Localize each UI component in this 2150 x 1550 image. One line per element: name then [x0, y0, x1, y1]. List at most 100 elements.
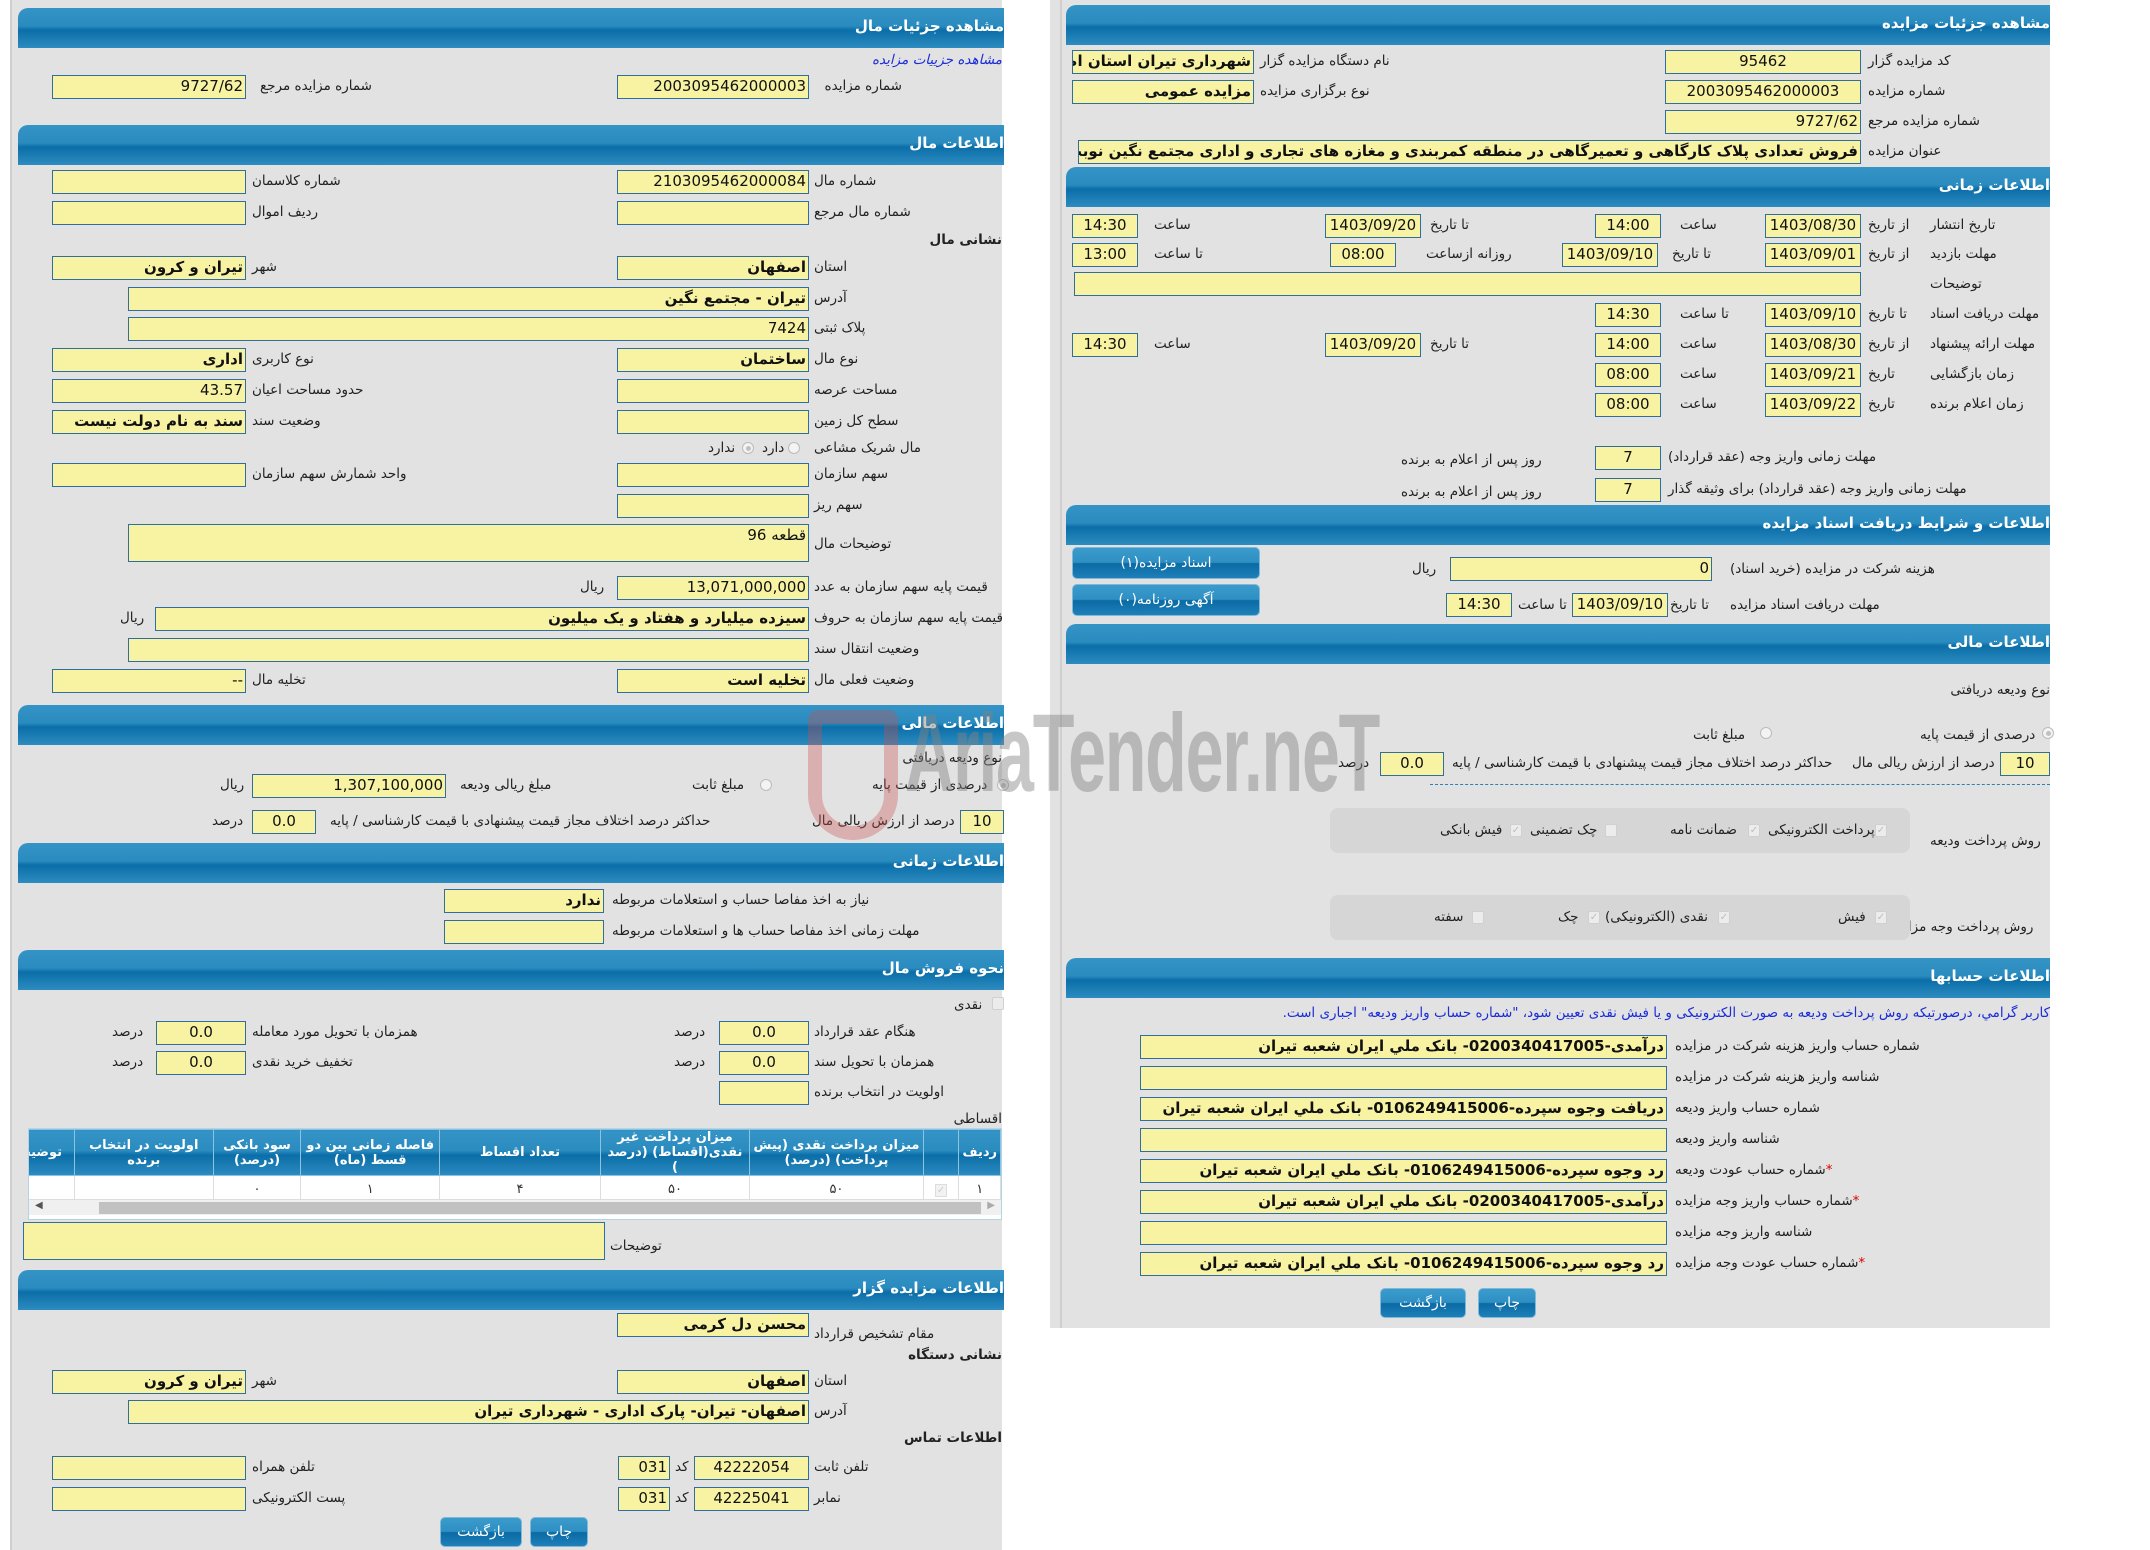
deposit-method-checkbox[interactable]: ✓ [1875, 824, 1887, 837]
property-type-field[interactable]: ساختمان [617, 348, 809, 372]
back-button[interactable]: بازگشت [1380, 1288, 1466, 1318]
visit-daily-from-time[interactable]: 08:00 [1330, 243, 1396, 267]
city-field[interactable]: تیران و کرون [52, 256, 246, 280]
cash-checkbox[interactable] [992, 997, 1004, 1010]
auctioneer-province-field[interactable]: اصفهان [617, 1370, 809, 1394]
auctioneer-city-field[interactable]: تیران و کرون [52, 1370, 246, 1394]
winner-time[interactable]: 08:00 [1595, 393, 1661, 417]
deed-transfer-field[interactable] [128, 638, 809, 662]
participation-fee-field[interactable]: 0 [1450, 557, 1712, 581]
base-price-words-field[interactable]: سیزده میلیارد و هفتاد و یک میلیون [155, 607, 809, 631]
print-button[interactable]: چاپ [1478, 1288, 1536, 1318]
org-name-field[interactable]: شهرداری تیران استان اصفهان [1072, 50, 1254, 74]
offer-to-time[interactable]: 14:30 [1072, 333, 1138, 357]
max-diff-field[interactable]: 0.0 [1380, 752, 1444, 776]
max-diff-field[interactable]: 0.0 [252, 810, 316, 834]
deposit-method-checkbox[interactable]: ✓ [1510, 824, 1522, 837]
contract-authority-field[interactable]: محسن دل کرمی [617, 1313, 809, 1337]
account-row-field[interactable]: درآمدی-0200340417005- بانک ملي ايران شعب… [1140, 1035, 1667, 1059]
phone-code-field[interactable]: 031 [618, 1456, 670, 1480]
account-row-field[interactable] [1140, 1128, 1667, 1152]
back-button[interactable]: بازگشت [440, 1517, 522, 1547]
usage-type-field[interactable]: اداری [52, 348, 246, 372]
scroll-right-arrow-icon[interactable]: ▶ [987, 1200, 995, 1211]
publish-from-time[interactable]: 14:00 [1595, 214, 1661, 238]
publish-from-date[interactable]: 1403/08/30 [1765, 214, 1861, 238]
on-delivery-field[interactable]: 0.0 [156, 1021, 246, 1045]
building-area-field[interactable]: 43.57 [52, 379, 246, 403]
deposit-percent-field[interactable]: 10 [2000, 752, 2050, 776]
account-row-field[interactable]: رد وجوه سپرده-0106249415006- بانک ملي اي… [1140, 1252, 1667, 1276]
auction-number-field[interactable]: 2003095462000003 [1665, 80, 1861, 104]
deposit-percent-field[interactable]: 10 [960, 810, 1004, 834]
evacuation-field[interactable]: -- [52, 669, 246, 693]
account-row-field[interactable]: دریافت وجوه سپرده-0106249415006- بانک مل… [1140, 1097, 1667, 1121]
address-field[interactable]: تیران - مجتمع نگین [128, 287, 809, 311]
need-clearance-field[interactable]: ندارد [444, 889, 604, 913]
email-field[interactable] [52, 1487, 246, 1511]
offer-to-date[interactable]: 1403/09/20 [1325, 333, 1421, 357]
auctioneer-address-field[interactable]: اصفهان- تیران- پارک اداری - شهرداری تیرا… [128, 1400, 809, 1424]
newspaper-ad-button[interactable]: آگهی روزنامه(۰) [1072, 584, 1260, 616]
on-contract-field[interactable]: 0.0 [719, 1021, 809, 1045]
visit-from-date[interactable]: 1403/09/01 [1765, 243, 1861, 267]
ref-property-field[interactable] [617, 201, 809, 225]
total-land-field[interactable] [617, 410, 809, 434]
asset-row-field[interactable] [52, 201, 246, 225]
property-description-field[interactable]: قطعه 96 [128, 524, 809, 562]
payment-method-checkbox[interactable]: ✓ [1588, 911, 1600, 924]
offer-from-date[interactable]: 1403/08/30 [1765, 333, 1861, 357]
land-area-field[interactable] [617, 379, 809, 403]
phone-field[interactable]: 42222054 [694, 1456, 809, 1480]
auction-documents-button[interactable]: اسناد مزایده(۱) [1072, 547, 1260, 579]
docs-deadline-date[interactable]: 1403/09/10 [1572, 593, 1668, 617]
payment-method-checkbox[interactable] [1472, 911, 1484, 924]
deposit-method-checkbox[interactable]: ✓ [1748, 824, 1760, 837]
fixed-amount-radio[interactable] [1760, 727, 1772, 739]
base-price-number-field[interactable]: 13,071,000,000 [617, 576, 809, 600]
auction-title-field[interactable]: فروش تعدادی پلاک کارگاهی و تعمیرگاهی در … [1078, 140, 1861, 164]
shared-no-radio[interactable] [742, 442, 754, 454]
account-row-field[interactable]: رد وجوه سپرده-0106249415006- بانک ملي اي… [1140, 1159, 1667, 1183]
org-share-field[interactable] [617, 463, 809, 487]
deed-status-field[interactable]: سند به نام دولت نیست [52, 410, 246, 434]
scrollbar-thumb[interactable] [99, 1202, 981, 1214]
opening-time[interactable]: 08:00 [1595, 363, 1661, 387]
percent-of-base-radio[interactable] [2042, 727, 2054, 739]
account-row-field[interactable] [1140, 1066, 1667, 1090]
doc-deadline-time[interactable]: 14:30 [1595, 303, 1661, 327]
account-row-field[interactable] [1140, 1221, 1667, 1245]
fixed-amount-radio[interactable] [760, 779, 772, 791]
sub-share-field[interactable] [617, 494, 809, 518]
on-deed-field[interactable]: 0.0 [719, 1051, 809, 1075]
publish-to-date[interactable]: 1403/09/20 [1325, 214, 1421, 238]
doc-deadline-date[interactable]: 1403/09/10 [1765, 303, 1861, 327]
pledge-deadline-field[interactable]: 7 [1595, 478, 1661, 502]
percent-of-base-radio[interactable] [997, 779, 1009, 791]
share-unit-field[interactable] [52, 463, 246, 487]
winner-date[interactable]: 1403/09/22 [1765, 393, 1861, 417]
offer-from-time[interactable]: 14:00 [1595, 333, 1661, 357]
fax-code-field[interactable]: 031 [618, 1487, 670, 1511]
deposit-rial-field[interactable]: 1,307,100,000 [252, 774, 446, 798]
auction-number-field[interactable]: 2003095462000003 [617, 75, 809, 99]
plate-field[interactable]: 7424 [128, 317, 809, 341]
priority-field[interactable] [719, 1081, 809, 1105]
property-number-field[interactable]: 2103095462000084 [617, 170, 809, 194]
current-status-field[interactable]: تخلیه است [617, 669, 809, 693]
payment-method-checkbox[interactable]: ✓ [1718, 911, 1730, 924]
holding-type-field[interactable]: مزایده عمومی [1072, 80, 1254, 104]
ref-auction-number-field[interactable]: 9727/62 [52, 75, 246, 99]
publish-to-time[interactable]: 14:30 [1072, 214, 1138, 238]
cash-discount-field[interactable]: 0.0 [156, 1051, 246, 1075]
opening-date[interactable]: 1403/09/21 [1765, 363, 1861, 387]
timing-description-field[interactable] [1074, 272, 1861, 296]
auctioneer-code-field[interactable]: 95462 [1665, 50, 1861, 74]
payment-method-checkbox[interactable]: ✓ [1875, 911, 1887, 924]
province-field[interactable]: اصفهان [617, 256, 809, 280]
payment-deadline-field[interactable]: 7 [1595, 446, 1661, 470]
print-button[interactable]: چاپ [530, 1517, 588, 1547]
classman-field[interactable] [52, 170, 246, 194]
visit-to-date[interactable]: 1403/09/10 [1562, 243, 1658, 267]
docs-deadline-time[interactable]: 14:30 [1446, 593, 1512, 617]
